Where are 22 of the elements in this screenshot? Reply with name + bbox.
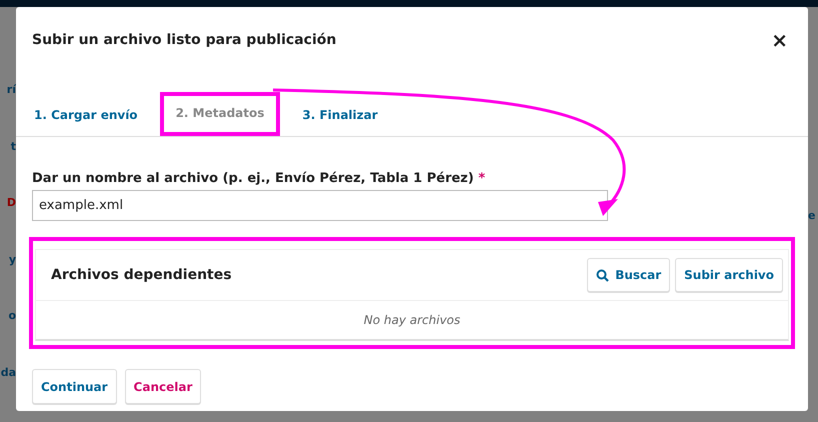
dialog-title: Subir un archivo listo para publicación bbox=[32, 32, 336, 48]
tab[interactable]: 3. Finalizar bbox=[290, 92, 390, 136]
cancel-button[interactable]: Cancelar bbox=[124, 369, 202, 404]
close-button[interactable]: × bbox=[767, 28, 792, 52]
tab[interactable]: 2. Metadatos bbox=[160, 92, 280, 136]
background-text: t bbox=[10, 140, 16, 154]
panel-title: Archivos dependientes bbox=[51, 267, 232, 283]
background-text: o bbox=[8, 309, 16, 324]
background-text: D bbox=[6, 196, 16, 211]
background-text: y bbox=[8, 252, 16, 268]
background-text: e bbox=[808, 209, 816, 223]
field-label: Dar un nombre al archivo (p. ej., Envío Pérez, Tabla 1 Pérez) * bbox=[32, 171, 486, 186]
continue-button[interactable]: Continuar bbox=[32, 369, 117, 404]
required-mark: * bbox=[478, 171, 486, 186]
search-button[interactable]: Buscar bbox=[587, 258, 670, 292]
search-icon bbox=[596, 268, 610, 282]
background-text: rí bbox=[6, 83, 16, 98]
tab[interactable]: 1. Cargar envío bbox=[22, 92, 150, 136]
upload-button[interactable]: Subir archivo bbox=[675, 258, 783, 292]
background-text: da bbox=[0, 366, 16, 380]
name-field[interactable]: example.xml bbox=[32, 190, 608, 221]
empty-message: No hay archivos bbox=[362, 312, 462, 329]
